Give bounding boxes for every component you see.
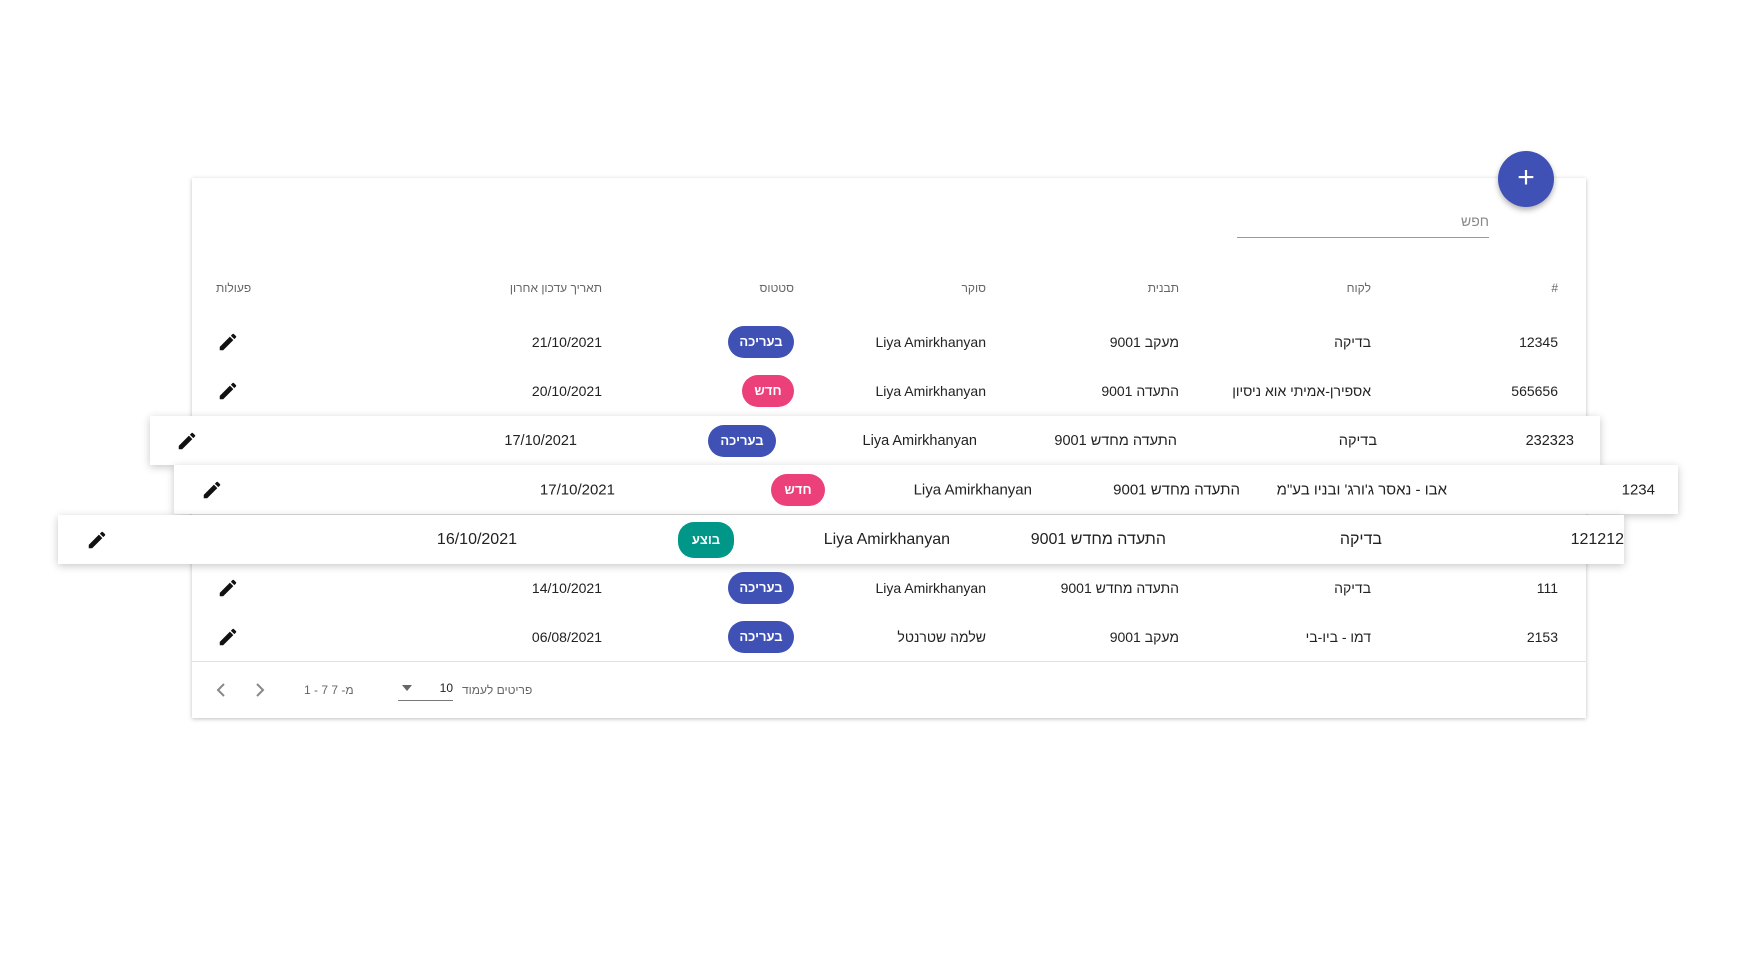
cell-template: 9001 מעקב <box>1109 628 1179 645</box>
cell-surveyor: Liya Amirkhanyan <box>875 579 986 596</box>
edit-icon[interactable] <box>86 529 108 551</box>
table-row[interactable]: 1234 אבו - נאסר ג'ורג' ובניו בע"מ 9001 התע… <box>174 465 1678 514</box>
cell-id: 111 <box>1536 579 1558 596</box>
header-actions: פעולות <box>216 281 252 295</box>
cell-surveyor: Liya Amirkhanyan <box>913 481 1032 498</box>
status-badge: חדש <box>771 473 825 506</box>
cell-template: 9001 התעדה מחדש <box>1054 432 1177 449</box>
cell-customer: דמו - ביו-בי <box>1305 628 1371 645</box>
cell-id: 12345 <box>1519 333 1558 350</box>
cell-surveyor: Liya Amirkhanyan <box>862 432 977 449</box>
previous-page-icon[interactable] <box>211 680 231 700</box>
cell-template: 9001 מעקב <box>1109 333 1179 350</box>
cell-last-update: 16/10/2021 <box>436 530 517 548</box>
cell-last-update: 06/08/2021 <box>531 628 602 645</box>
cell-surveyor: Liya Amirkhanyan <box>875 333 986 350</box>
table-row[interactable]: 111 בדיקה 9001 התעדה מחדש Liya Amirkhanyan ב… <box>192 563 1586 612</box>
edit-icon[interactable] <box>217 577 239 599</box>
cell-last-update: 14/10/2021 <box>531 579 602 596</box>
cell-customer: בדיקה <box>1339 530 1382 548</box>
header-surveyor[interactable]: סוקר <box>962 281 986 295</box>
row-divider <box>192 661 1586 662</box>
cell-template: 9001 התעדה מחדש <box>1113 481 1240 498</box>
edit-icon[interactable] <box>217 380 239 402</box>
table-row[interactable]: 2153 דמו - ביו-בי 9001 מעקב שלמה שטרנטל בערי… <box>192 612 1586 661</box>
add-button[interactable]: + <box>1498 151 1554 207</box>
cell-id: 2153 <box>1526 628 1558 645</box>
dropdown-arrow-icon <box>402 685 412 691</box>
status-badge: בעריכה <box>728 325 794 358</box>
status-badge: בעריכה <box>728 620 794 653</box>
cell-last-update: 17/10/2021 <box>539 481 615 498</box>
cell-customer: בדיקה <box>1334 333 1371 350</box>
search-input[interactable] <box>1237 206 1489 236</box>
status-badge: בעריכה <box>728 571 794 604</box>
cell-id: 565656 <box>1511 382 1558 399</box>
header-id[interactable]: # <box>1551 281 1558 295</box>
cell-id: 121212 <box>1570 530 1624 548</box>
header-customer[interactable]: לקוח <box>1347 281 1371 295</box>
items-per-page-value: 10 <box>439 681 453 695</box>
cell-last-update: 21/10/2021 <box>531 333 602 350</box>
table-row[interactable]: 121212 בדיקה 9001 התעדה מחדש Liya Amirkhany… <box>58 515 1624 564</box>
cell-last-update: 17/10/2021 <box>504 432 577 449</box>
items-per-page-select[interactable]: 10 <box>398 678 453 701</box>
table-row[interactable]: 12345 בדיקה 9001 מעקב Liya Amirkhanyan בעריכ… <box>192 317 1586 366</box>
cell-customer: אבו - נאסר ג'ורג' ובניו בע"מ <box>1276 481 1447 498</box>
header-template[interactable]: תבנית <box>1148 281 1179 295</box>
edit-icon[interactable] <box>217 626 239 648</box>
edit-icon[interactable] <box>176 430 198 452</box>
plus-icon: + <box>1517 161 1535 194</box>
table-row[interactable]: 565656 אספירן-אמיתי אוא ניסיון 9001 התעדה L… <box>192 366 1586 415</box>
header-last-update[interactable]: תאריך עדכון אחרון <box>510 281 602 295</box>
cell-surveyor: שלמה שטרנטל <box>897 628 986 645</box>
status-badge: בעריכה <box>708 424 776 457</box>
edit-icon[interactable] <box>201 479 223 501</box>
cell-last-update: 20/10/2021 <box>531 382 602 399</box>
cell-template: 9001 התעדה מחדש <box>1060 579 1179 596</box>
search-field[interactable] <box>1237 206 1489 238</box>
cell-template: 9001 התעדה מחדש <box>1030 530 1166 548</box>
edit-icon[interactable] <box>217 331 239 353</box>
status-badge: בוצע <box>678 521 734 558</box>
pagination-range: 1 - 7 מ- 7 <box>304 683 354 697</box>
status-badge: חדש <box>742 374 794 407</box>
cell-customer: אספירן-אמיתי אוא ניסיון <box>1232 382 1371 399</box>
cell-template: 9001 התעדה <box>1101 382 1179 399</box>
cell-id: 232323 <box>1525 432 1574 449</box>
cell-surveyor: Liya Amirkhanyan <box>823 530 950 548</box>
cell-surveyor: Liya Amirkhanyan <box>875 382 986 399</box>
cell-customer: בדיקה <box>1338 432 1377 449</box>
cell-customer: בדיקה <box>1334 579 1371 596</box>
items-per-page-label: פריטים לעמוד <box>462 683 533 697</box>
table-row[interactable]: 232323 בדיקה 9001 התעדה מחדש Liya Amirkhany… <box>150 416 1600 465</box>
header-status[interactable]: סטטוס <box>759 281 794 295</box>
next-page-icon[interactable] <box>250 680 270 700</box>
cell-id: 1234 <box>1621 481 1655 498</box>
